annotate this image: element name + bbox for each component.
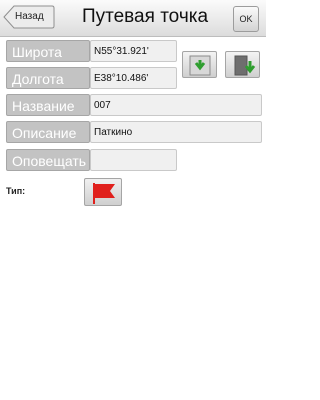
- page-title: Путевая точка: [81, 6, 209, 27]
- from-gps-button[interactable]: [182, 51, 217, 78]
- longitude-field[interactable]: E38°10.486': [90, 67, 177, 89]
- title-bar: Назад Путевая точка OK: [0, 0, 266, 37]
- latitude-field[interactable]: N55°31.921': [90, 40, 177, 62]
- type-label: Тип:: [6, 186, 26, 196]
- name-label: Название: [6, 94, 90, 116]
- type-select-button[interactable]: [84, 178, 122, 206]
- back-button-label: Назад: [15, 11, 44, 22]
- alert-field[interactable]: [90, 149, 177, 171]
- back-button[interactable]: Назад: [3, 5, 55, 29]
- description-label: Описание: [6, 121, 90, 143]
- name-field[interactable]: 007: [90, 94, 262, 116]
- red-flag-icon: [93, 183, 115, 204]
- alert-label: Оповещать: [6, 149, 90, 171]
- ok-button[interactable]: OK: [233, 6, 259, 32]
- longitude-label: Долгота: [6, 67, 90, 89]
- latitude-label: Широта: [6, 40, 90, 62]
- upload-green-arrow-icon: [234, 55, 256, 76]
- to-gps-button[interactable]: [225, 51, 260, 78]
- description-field[interactable]: Паткино: [90, 121, 262, 143]
- download-green-arrow-icon: [189, 55, 211, 76]
